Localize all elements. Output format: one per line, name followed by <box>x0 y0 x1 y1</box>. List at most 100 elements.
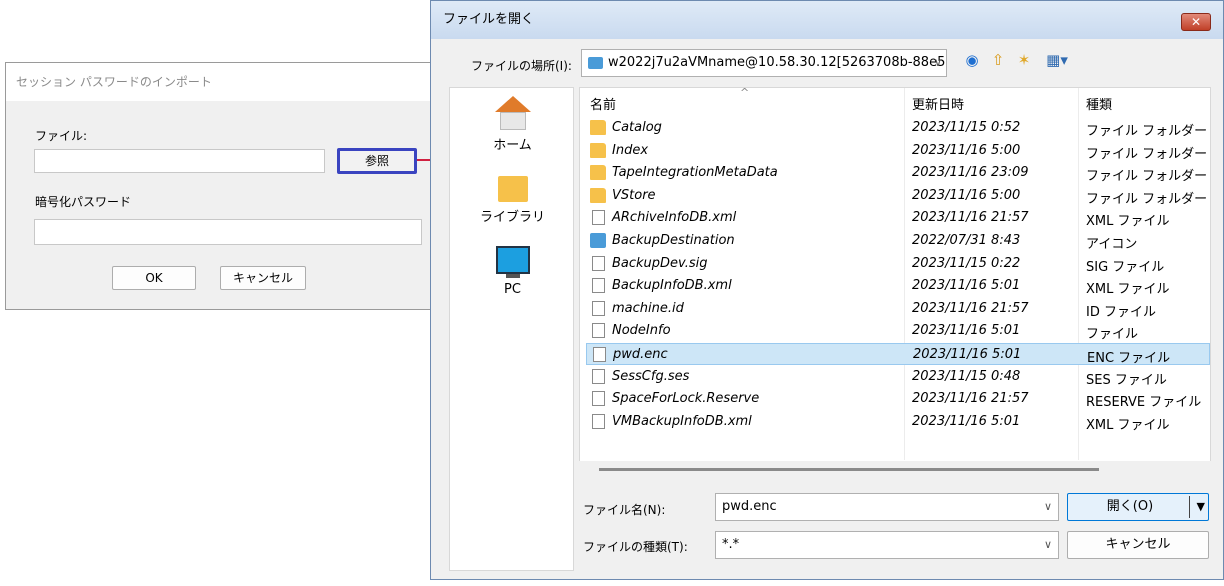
file-row[interactable]: Index 2023/11/16 5:00 ファイル フォルダー <box>586 140 1210 162</box>
cancel-button[interactable]: キャンセル <box>220 266 306 290</box>
file-modified: 2023/11/15 0:52 <box>912 120 1021 135</box>
file-icon <box>592 391 605 407</box>
file-row[interactable]: VStore 2023/11/16 5:00 ファイル フォルダー <box>586 185 1210 207</box>
folder-icon <box>590 142 606 158</box>
file-modified: 2023/11/16 5:01 <box>912 413 1021 429</box>
file-type: アイコン <box>1086 237 1138 252</box>
dialog-title-text: ファイルを開く <box>443 12 535 27</box>
file-modified: 2023/11/16 5:01 <box>912 278 1021 294</box>
file-row[interactable]: ARchiveInfoDB.xml 2023/11/16 21:57 XML ファイ… <box>586 207 1210 229</box>
file-modified: 2023/11/15 0:22 <box>912 255 1021 271</box>
file-row[interactable]: Catalog 2023/11/15 0:52 ファイル フォルダー <box>586 117 1210 139</box>
file-type: RESERVE ファイル <box>1086 395 1202 411</box>
file-name: ARchiveInfoDB.xml <box>612 210 737 226</box>
close-icon[interactable]: ✕ <box>1181 13 1211 31</box>
system-folder-icon <box>590 233 606 248</box>
file-name: machine.id <box>612 300 684 316</box>
password-label: 暗号化パスワード <box>35 195 132 209</box>
file-row[interactable]: BackupInfoDB.xml 2023/11/16 5:01 XML ファイル <box>586 275 1210 297</box>
file-modified: 2023/11/16 5:00 <box>912 187 1021 203</box>
file-name: TapeIntegrationMetaData <box>612 165 778 181</box>
file-row[interactable]: SpaceForLock.Reserve 2023/11/16 21:57 RESE… <box>586 388 1210 410</box>
file-type: ファイル フォルダー <box>1086 169 1208 185</box>
password-input[interactable] <box>34 219 422 245</box>
folder-icon <box>590 120 606 135</box>
column-header-type[interactable]: 種類 <box>1086 94 1112 113</box>
file-row[interactable]: SessCfg.ses 2023/11/15 0:48 SES ファイル <box>586 366 1210 388</box>
column-header-modified[interactable]: 更新日時 <box>912 94 964 113</box>
file-row[interactable]: pwd.enc 2023/11/16 5:01 ENC ファイル <box>586 343 1210 366</box>
file-row[interactable]: BackupDestination 2022/07/31 8:43 アイコン <box>586 230 1210 252</box>
place-home[interactable]: ホーム <box>450 96 575 153</box>
file-name: VMBackupInfoDB.xml <box>612 413 752 429</box>
chevron-down-icon: ∨ <box>933 56 942 69</box>
column-header-name[interactable]: 名前 <box>590 94 616 113</box>
file-modified: 2023/11/16 5:00 <box>912 142 1021 158</box>
place-label: PC <box>504 282 521 297</box>
file-name: SpaceForLock.Reserve <box>612 391 760 407</box>
file-name: BackupInfoDB.xml <box>612 278 732 294</box>
file-modified: 2023/11/16 21:57 <box>912 391 1029 407</box>
chevron-down-icon: ∨ <box>1043 538 1052 551</box>
file-modified: 2023/11/16 5:01 <box>913 347 1022 362</box>
file-open-dialog: ファイルを開く ✕ ファイルの場所(I): w2022j7u2aVMname@1… <box>430 0 1224 580</box>
file-icon <box>592 413 605 429</box>
filename-label: ファイル名(N): <box>583 503 666 517</box>
file-icon <box>592 368 605 384</box>
location-combobox[interactable]: w2022j7u2aVMname@10.58.30.12[5263708b-88… <box>581 49 947 77</box>
file-row[interactable]: VMBackupInfoDB.xml 2023/11/16 5:01 XML ファイ… <box>586 411 1210 433</box>
file-type: SIG ファイル <box>1086 259 1165 275</box>
file-name: Catalog <box>612 120 662 135</box>
chevron-down-icon[interactable]: ∨ <box>1044 494 1052 520</box>
place-pc[interactable]: PC <box>450 246 575 297</box>
location-value: w2022j7u2aVMname@10.58.30.12[5263708b-88… <box>608 55 946 70</box>
place-label: ホーム <box>493 138 532 153</box>
file-type: ファイル <box>1086 327 1139 343</box>
file-name: BackupDev.sig <box>612 255 708 271</box>
file-row[interactable]: TapeIntegrationMetaData 2023/11/16 23:09 フ… <box>586 162 1210 184</box>
file-type: ファイル フォルダー <box>1086 124 1208 139</box>
file-type: XML ファイル <box>1086 282 1170 298</box>
new-folder-icon[interactable]: ✶ <box>1015 51 1033 69</box>
system-folder-icon <box>588 57 603 69</box>
filename-input[interactable]: pwd.enc ∨ <box>715 493 1059 521</box>
file-list[interactable]: ^ 名前 更新日時 種類 Catalog 2023/11/15 0:52 ファイル … <box>579 87 1211 467</box>
place-label: ライブラリ <box>479 210 545 225</box>
file-modified: 2023/11/16 23:09 <box>912 165 1029 181</box>
file-type: ID ファイル <box>1086 304 1156 320</box>
file-modified: 2023/11/16 5:01 <box>912 323 1021 339</box>
file-icon <box>592 210 605 226</box>
filetype-value: *.* <box>722 537 740 552</box>
back-icon[interactable]: ◉ <box>963 51 981 69</box>
file-row[interactable]: machine.id 2023/11/16 21:57 ID ファイル <box>586 298 1210 320</box>
filetype-select[interactable]: *.* ∨ <box>715 531 1059 559</box>
browse-button[interactable]: 参照 <box>337 148 417 174</box>
horizontal-scrollbar[interactable] <box>579 461 1211 479</box>
filetype-label: ファイルの種類(T): <box>583 540 688 554</box>
split-dropdown-icon[interactable]: ▼ <box>1197 494 1205 520</box>
file-row[interactable]: BackupDev.sig 2023/11/15 0:22 SIG ファイル <box>586 253 1210 275</box>
file-row[interactable]: NodeInfo 2023/11/16 5:01 ファイル <box>586 320 1210 342</box>
folder-icon <box>590 165 606 181</box>
file-modified: 2022/07/31 8:43 <box>912 233 1021 248</box>
file-label: ファイル: <box>35 129 88 143</box>
folder-icon <box>590 187 606 203</box>
file-icon <box>592 278 605 294</box>
cancel-button[interactable]: キャンセル <box>1067 531 1209 559</box>
file-modified: 2023/11/16 21:57 <box>912 210 1029 226</box>
file-name: SessCfg.ses <box>612 368 690 384</box>
dialog-title: ファイルを開く <box>431 1 1223 39</box>
file-type: ファイル フォルダー <box>1086 146 1208 162</box>
places-bar: ホーム ライブラリ PC <box>449 87 574 571</box>
file-icon <box>592 323 605 339</box>
file-modified: 2023/11/16 21:57 <box>912 300 1029 316</box>
view-menu-icon[interactable]: ▦▾ <box>1043 51 1071 69</box>
up-folder-icon[interactable]: ⇧ <box>989 51 1007 69</box>
file-name: NodeInfo <box>612 323 671 339</box>
open-button[interactable]: 開く(O) ▼ <box>1067 493 1209 521</box>
library-icon <box>497 176 528 202</box>
place-library[interactable]: ライブラリ <box>450 176 575 225</box>
ok-button[interactable]: OK <box>112 266 196 290</box>
file-name: pwd.enc <box>613 347 668 362</box>
file-path-input[interactable] <box>34 149 325 173</box>
